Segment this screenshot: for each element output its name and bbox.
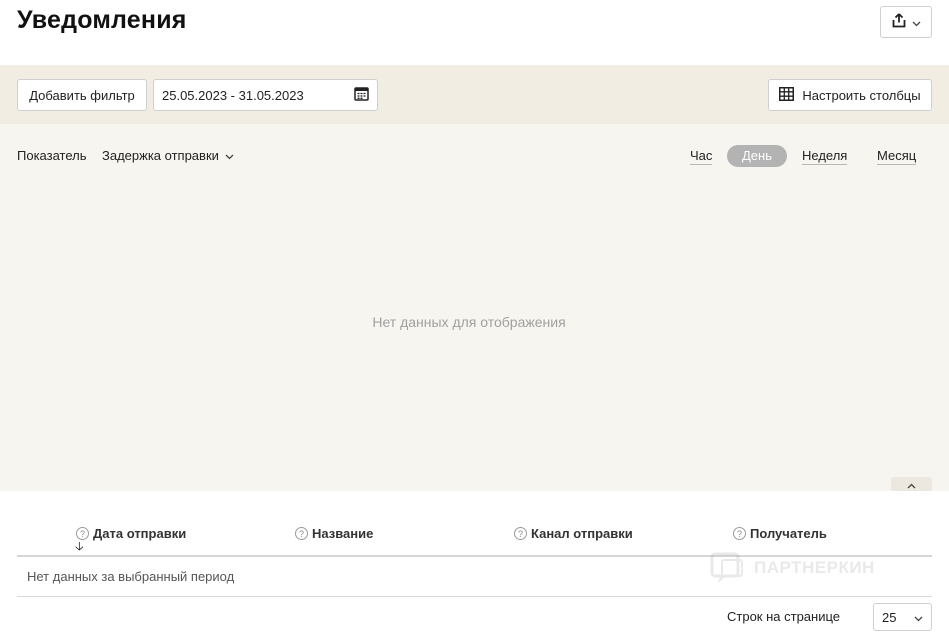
column-header-label: Название — [312, 526, 374, 541]
column-header-label: Дата отправки — [93, 526, 187, 541]
help-icon[interactable]: ? — [295, 527, 308, 540]
rows-per-page-select[interactable]: 25 — [873, 603, 932, 631]
rows-per-page-label: Строк на странице — [727, 609, 841, 624]
share-upload-icon — [892, 13, 906, 31]
chevron-down-icon — [225, 148, 234, 163]
add-filter-button[interactable]: Добавить фильтр — [17, 79, 147, 111]
column-header-send-date[interactable]: ? Дата отправки — [76, 526, 186, 541]
date-range-value: 25.05.2023 - 31.05.2023 — [162, 87, 304, 103]
rows-per-page-value: 25 — [882, 609, 897, 625]
export-button[interactable] — [880, 6, 932, 38]
period-day-active[interactable]: День — [727, 145, 787, 167]
chevron-down-icon — [914, 610, 923, 625]
help-icon[interactable]: ? — [514, 527, 527, 540]
column-header-label: Канал отправки — [531, 526, 633, 541]
filter-bar: Добавить фильтр 25.05.2023 - 31.05.2023 … — [0, 65, 949, 124]
period-month[interactable]: Месяц — [877, 148, 917, 165]
period-hour[interactable]: Час — [690, 148, 713, 165]
watermark-text: ПАРТНЕРКИН — [754, 558, 875, 577]
period-week[interactable]: Неделя — [802, 148, 848, 165]
calendar-icon — [354, 86, 369, 104]
page-title: Уведомления — [17, 6, 187, 34]
collapse-chart-button[interactable] — [891, 477, 932, 491]
chevron-up-icon — [907, 477, 916, 492]
metric-value: Задержка отправки — [102, 148, 219, 163]
sort-desc-arrow-icon: 🡣 — [75, 539, 84, 553]
columns-grid-icon — [779, 86, 795, 104]
column-header-recipient[interactable]: ? Получатель — [733, 526, 827, 541]
chart-empty-message: Нет данных для отображения — [372, 314, 566, 330]
watermark-logo: ПАРТНЕРКИН — [710, 550, 875, 586]
column-header-channel[interactable]: ? Канал отправки — [514, 526, 633, 541]
configure-columns-label: Настроить столбцы — [802, 87, 921, 103]
chevron-down-icon — [912, 15, 921, 30]
metric-label: Показатель — [17, 148, 87, 163]
metric-select[interactable]: Задержка отправки — [102, 148, 234, 163]
configure-columns-button[interactable]: Настроить столбцы — [768, 79, 932, 111]
help-icon[interactable]: ? — [733, 527, 746, 540]
column-header-label: Получатель — [750, 526, 827, 541]
chart-area: Показатель Задержка отправки Час День Не… — [0, 124, 949, 491]
column-header-name[interactable]: ? Название — [295, 526, 373, 541]
date-range-picker[interactable]: 25.05.2023 - 31.05.2023 — [153, 79, 378, 111]
